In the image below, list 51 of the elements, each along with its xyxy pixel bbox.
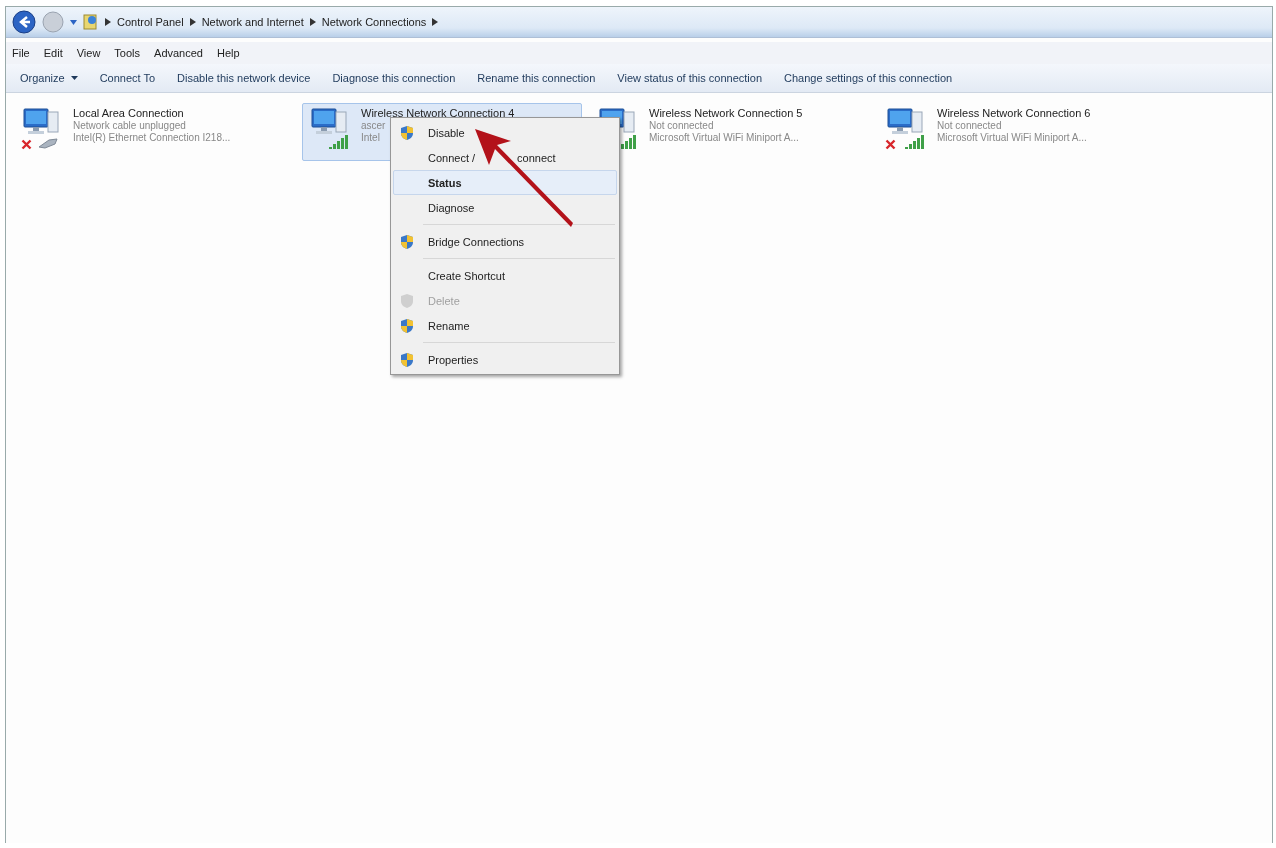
connection-status: Not connected bbox=[937, 120, 1002, 131]
context-menu-item[interactable]: Rename bbox=[393, 313, 617, 338]
toolbar-button[interactable]: Connect To bbox=[93, 68, 172, 88]
dropdown-arrow-icon[interactable] bbox=[70, 19, 77, 25]
toolbar-button[interactable]: Change settings of this connection bbox=[778, 68, 969, 88]
toolbar-button[interactable]: Disable this network device bbox=[171, 68, 327, 88]
toolbar-button[interactable]: Diagnose this connection bbox=[326, 68, 472, 88]
breadcrumb-item[interactable]: Control Panel bbox=[117, 16, 184, 28]
toolbar-button[interactable]: Rename this connection bbox=[471, 68, 612, 88]
connection-status: Not connected bbox=[649, 120, 714, 131]
context-menu-item[interactable]: Status bbox=[393, 170, 617, 195]
connection-item[interactable]: Local Area Connection Network cable unplugged Intel(R) Ethernet Connection I218... bbox=[14, 103, 294, 161]
shield-icon bbox=[400, 317, 414, 334]
context-menu-item[interactable]: Diagnose bbox=[393, 195, 617, 220]
back-icon[interactable] bbox=[12, 10, 36, 34]
cable-icon bbox=[37, 137, 59, 149]
signal-bars-icon bbox=[329, 133, 349, 149]
breadcrumb-item[interactable]: Network Connections bbox=[321, 16, 427, 28]
context-menu-item[interactable]: Bridge Connections bbox=[393, 229, 617, 254]
connection-status: Network cable unplugged bbox=[73, 120, 186, 131]
toolbar-button[interactable]: View status of this connection bbox=[611, 68, 779, 88]
control-panel-icon bbox=[83, 13, 99, 31]
context-menu-item[interactable]: Properties bbox=[393, 347, 617, 372]
breadcrumb-arrow-icon[interactable] bbox=[309, 18, 316, 26]
connection-item[interactable]: Wireless Network Connection 6 Not connected Microsoft Virtual WiFi Miniport A... bbox=[878, 103, 1158, 161]
menu-item[interactable]: Advanced bbox=[154, 47, 203, 59]
breadcrumb-item[interactable]: Network and Internet bbox=[201, 16, 304, 28]
menu-item[interactable]: Tools bbox=[114, 47, 141, 59]
adapter-name: Microsoft Virtual WiFi Miniport A... bbox=[937, 132, 1087, 143]
menu-item[interactable]: File bbox=[12, 47, 30, 59]
breadcrumb-arrow-icon[interactable] bbox=[189, 18, 196, 26]
connection-name: Wireless Network Connection 5 bbox=[649, 107, 803, 119]
connection-name: Wireless Network Connection 4 bbox=[361, 107, 515, 119]
adapter-name: Intel bbox=[361, 132, 380, 143]
shield-icon bbox=[400, 351, 414, 368]
toolbar-button[interactable]: Organize bbox=[14, 68, 94, 88]
breadcrumb-arrow-icon[interactable] bbox=[432, 18, 439, 26]
connection-name: Local Area Connection bbox=[73, 107, 184, 119]
menu-item[interactable]: View bbox=[76, 47, 101, 59]
shield-icon bbox=[400, 124, 414, 141]
adapter-name: Microsoft Virtual WiFi Miniport A... bbox=[649, 132, 799, 143]
signal-bars-icon bbox=[905, 133, 925, 149]
menu-item[interactable]: Edit bbox=[43, 47, 63, 59]
adapter-name: Intel(R) Ethernet Connection I218... bbox=[73, 132, 231, 143]
disabled-shield-icon bbox=[400, 292, 414, 309]
breadcrumb-arrow-icon[interactable] bbox=[105, 18, 111, 26]
connection-status: ascer bbox=[361, 120, 386, 131]
shield-icon bbox=[400, 233, 414, 250]
menu-item[interactable]: Help bbox=[217, 47, 240, 59]
context-menu-item[interactable]: Create Shortcut bbox=[393, 263, 617, 288]
connection-name: Wireless Network Connection 6 bbox=[937, 107, 1091, 119]
